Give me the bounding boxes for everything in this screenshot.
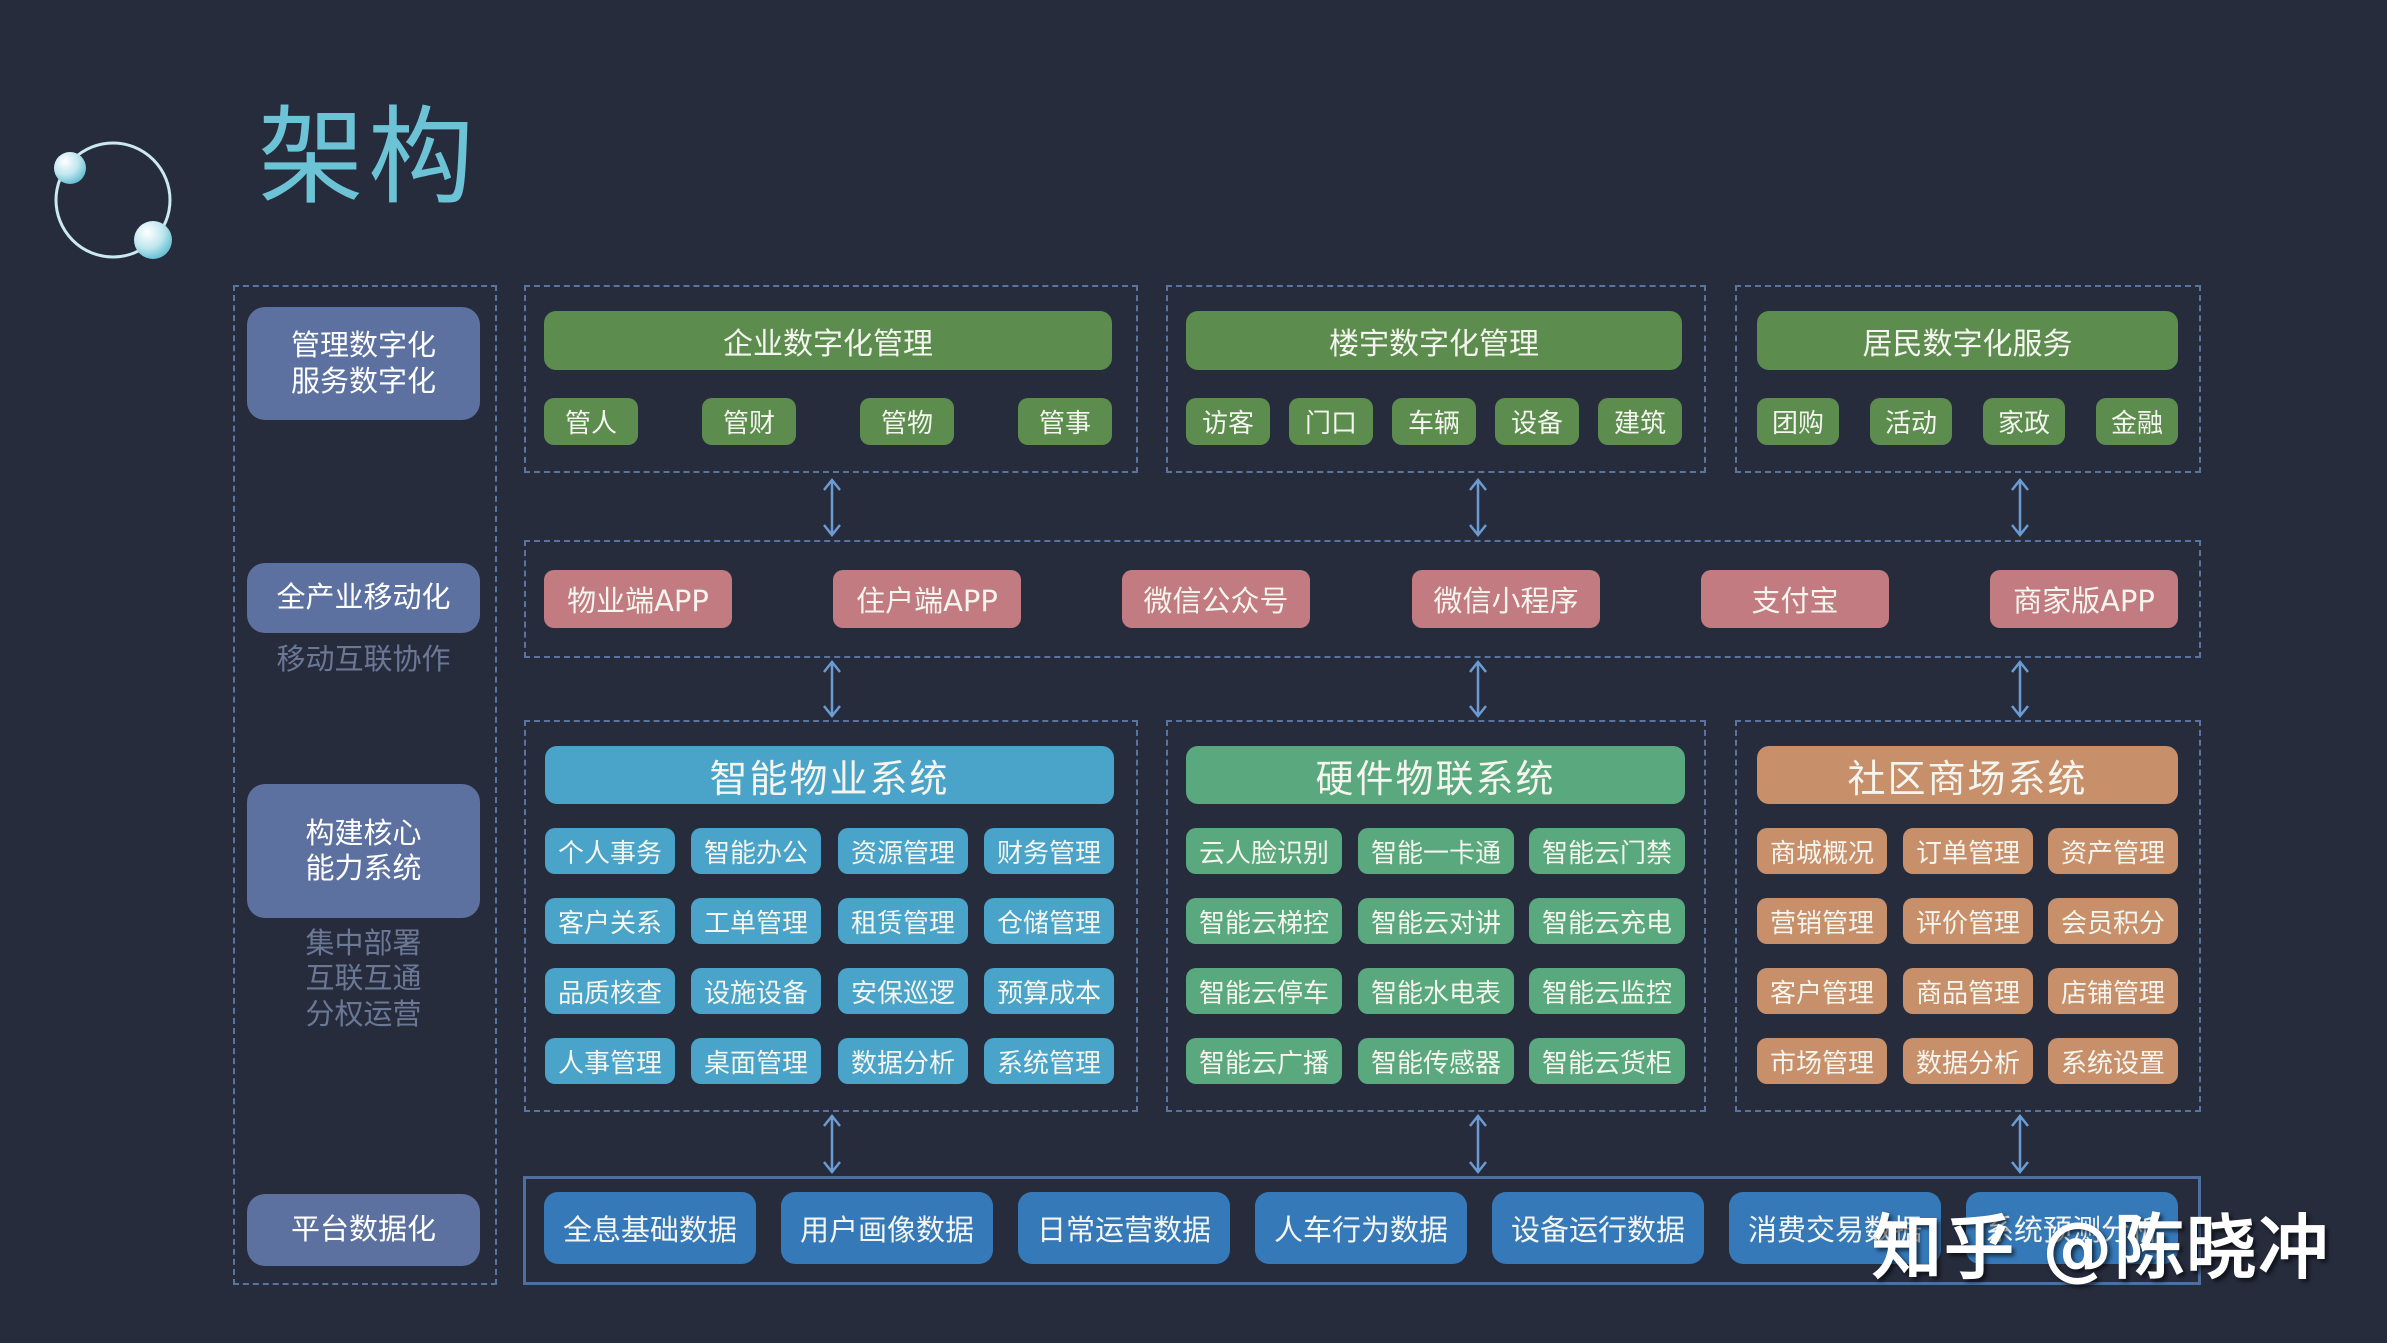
section-item: 访客 — [1186, 398, 1270, 445]
section-item: 金融 — [2096, 398, 2178, 445]
layer-label-mobile: 全产业移动化 — [247, 563, 480, 633]
bidirectional-arrow-icon — [2011, 660, 2029, 718]
section-item: 管财 — [702, 398, 796, 445]
system-module: 桌面管理 — [691, 1038, 821, 1084]
section-item: 管物 — [860, 398, 954, 445]
system-module: 云人脸识别 — [1186, 828, 1342, 874]
layer-subtitle-core: 集中部署 互联互通 分权运营 — [305, 926, 422, 1031]
section-item: 管人 — [544, 398, 638, 445]
system-module: 资产管理 — [2048, 828, 2178, 874]
bidirectional-arrow-icon — [1469, 478, 1487, 537]
system-module: 财务管理 — [984, 828, 1114, 874]
layer-label-digital: 管理数字化 服务数字化 — [247, 307, 480, 420]
system-module: 仓储管理 — [984, 898, 1114, 944]
app-channel: 支付宝 — [1701, 570, 1889, 628]
system-module: 商城概况 — [1757, 828, 1887, 874]
system-module: 智能云梯控 — [1186, 898, 1342, 944]
system-module: 工单管理 — [691, 898, 821, 944]
system-module: 会员积分 — [2048, 898, 2178, 944]
section-item: 设备 — [1495, 398, 1579, 445]
bidirectional-arrow-icon — [823, 660, 841, 718]
system-module: 店铺管理 — [2048, 968, 2178, 1014]
system-module: 数据分析 — [1903, 1038, 2033, 1084]
section-item: 管事 — [1018, 398, 1112, 445]
bidirectional-arrow-icon — [823, 1114, 841, 1174]
system-module: 系统设置 — [2048, 1038, 2178, 1084]
system-module: 营销管理 — [1757, 898, 1887, 944]
section-item: 团购 — [1757, 398, 1839, 445]
system-module: 市场管理 — [1757, 1038, 1887, 1084]
system-module: 系统管理 — [984, 1038, 1114, 1084]
mobile-layer — [524, 540, 2201, 658]
system-module: 商品管理 — [1903, 968, 2033, 1014]
layer-subtitle-mobile: 移动互联协作 — [276, 642, 451, 676]
system-module: 智能办公 — [691, 828, 821, 874]
system-module: 智能云充电 — [1529, 898, 1685, 944]
system-module: 智能云货柜 — [1529, 1038, 1685, 1084]
system-module: 评价管理 — [1903, 898, 2033, 944]
system-module: 资源管理 — [838, 828, 968, 874]
app-channel: 微信小程序 — [1412, 570, 1600, 628]
system-title-property: 智能物业系统 — [545, 746, 1114, 804]
watermark: 知乎 @陈晓冲 — [1872, 1207, 2331, 1289]
system-module: 客户关系 — [545, 898, 675, 944]
system-module: 智能传感器 — [1358, 1038, 1514, 1084]
app-channel: 物业端APP — [544, 570, 732, 628]
system-module: 智能云门禁 — [1529, 828, 1685, 874]
system-module: 智能云监控 — [1529, 968, 1685, 1014]
system-module: 智能水电表 — [1358, 968, 1514, 1014]
data-asset: 日常运营数据 — [1018, 1192, 1230, 1264]
section-item: 家政 — [1983, 398, 2065, 445]
system-module: 设施设备 — [691, 968, 821, 1014]
page-title: 架构 — [258, 96, 478, 219]
bidirectional-arrow-icon — [2011, 478, 2029, 537]
section-item: 活动 — [1870, 398, 1952, 445]
system-module: 智能云停车 — [1186, 968, 1342, 1014]
system-module: 智能云对讲 — [1358, 898, 1514, 944]
system-module: 智能一卡通 — [1358, 828, 1514, 874]
system-title-mall: 社区商场系统 — [1757, 746, 2178, 804]
bidirectional-arrow-icon — [2011, 1114, 2029, 1174]
bidirectional-arrow-icon — [823, 478, 841, 537]
data-asset: 人车行为数据 — [1255, 1192, 1467, 1264]
system-module: 安保巡逻 — [838, 968, 968, 1014]
system-module: 智能云广播 — [1186, 1038, 1342, 1084]
section-title-building: 楼宇数字化管理 — [1186, 311, 1682, 370]
section-item: 建筑 — [1598, 398, 1682, 445]
system-module: 租赁管理 — [838, 898, 968, 944]
app-channel: 商家版APP — [1990, 570, 2178, 628]
layer-label-core: 构建核心 能力系统 — [247, 784, 480, 918]
system-module: 个人事务 — [545, 828, 675, 874]
section-item: 门口 — [1289, 398, 1373, 445]
system-module: 客户管理 — [1757, 968, 1887, 1014]
system-module: 人事管理 — [545, 1038, 675, 1084]
section-title-resident: 居民数字化服务 — [1757, 311, 2178, 370]
system-module: 预算成本 — [984, 968, 1114, 1014]
data-asset: 用户画像数据 — [781, 1192, 993, 1264]
orbit-logo-icon — [54, 141, 172, 259]
section-title-enterprise: 企业数字化管理 — [544, 311, 1112, 370]
data-asset: 全息基础数据 — [544, 1192, 756, 1264]
app-channel: 住户端APP — [833, 570, 1021, 628]
section-item: 车辆 — [1392, 398, 1476, 445]
system-module: 品质核查 — [545, 968, 675, 1014]
system-module: 数据分析 — [838, 1038, 968, 1084]
bidirectional-arrow-icon — [1469, 660, 1487, 718]
app-channel: 微信公众号 — [1122, 570, 1310, 628]
layer-label-data: 平台数据化 — [247, 1194, 480, 1266]
system-title-iot: 硬件物联系统 — [1186, 746, 1685, 804]
bidirectional-arrow-icon — [1469, 1114, 1487, 1174]
data-asset: 设备运行数据 — [1492, 1192, 1704, 1264]
system-module: 订单管理 — [1903, 828, 2033, 874]
